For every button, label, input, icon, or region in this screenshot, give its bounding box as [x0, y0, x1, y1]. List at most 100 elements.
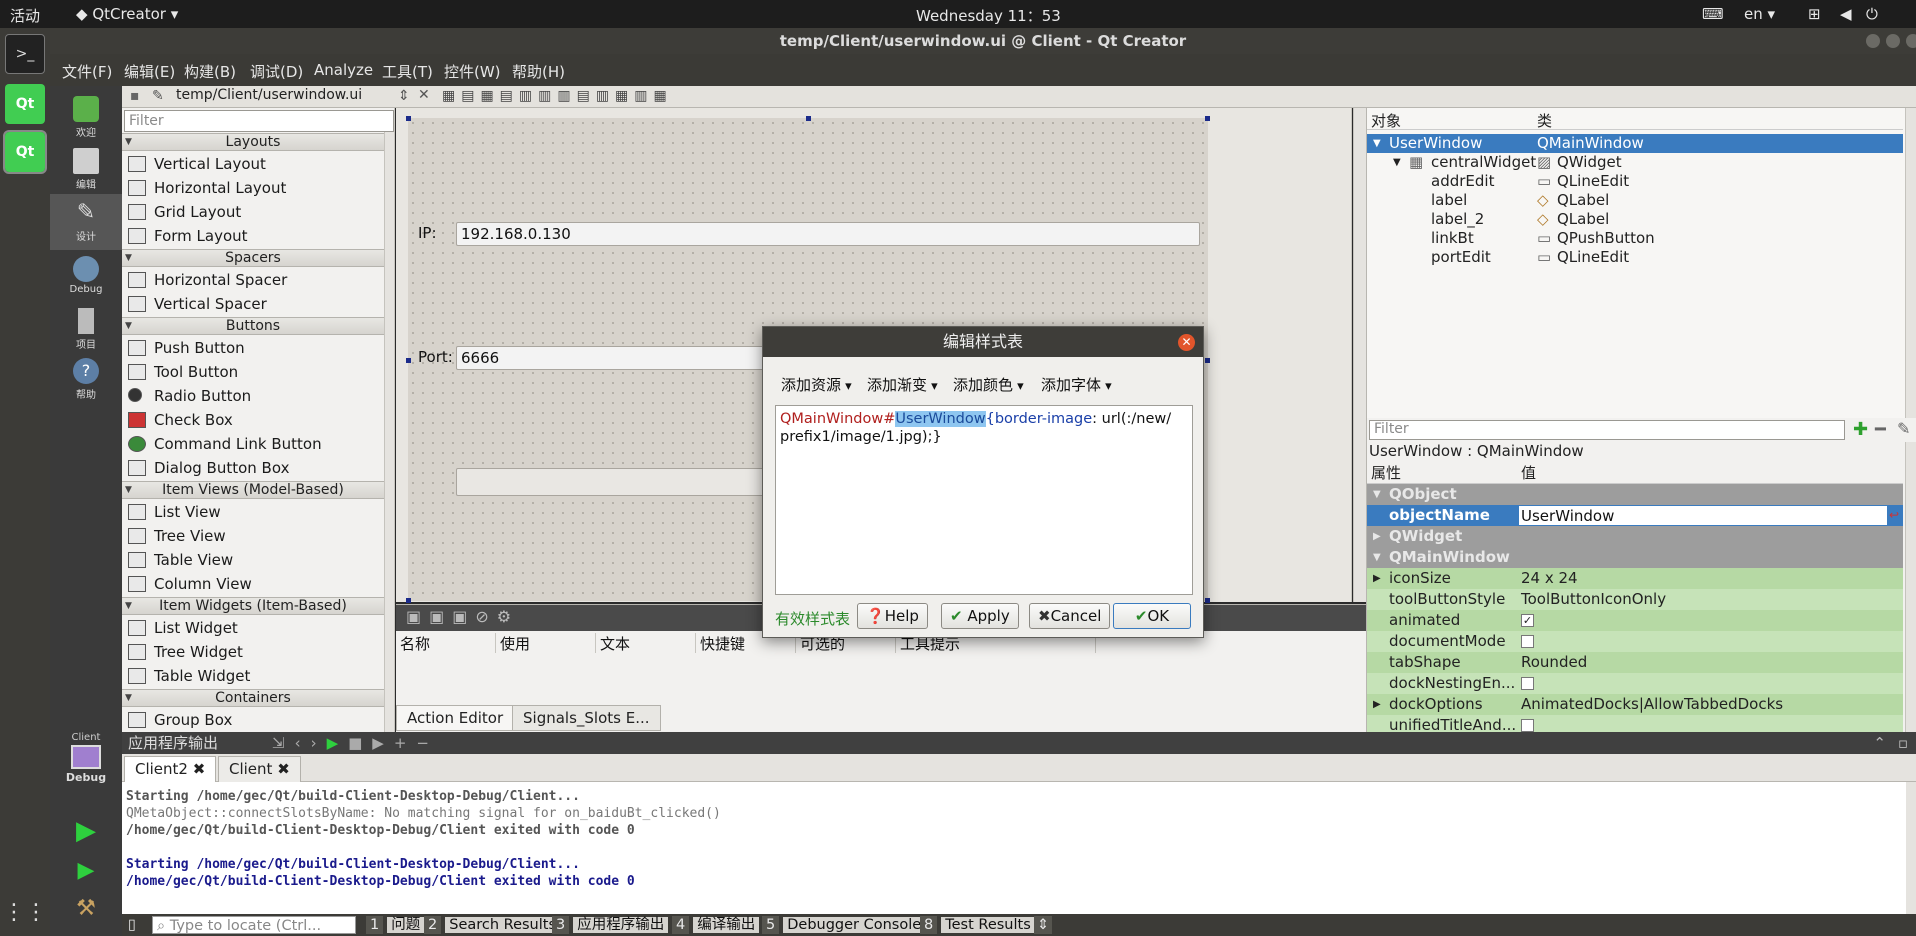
volume-icon[interactable]: ◀: [1840, 5, 1852, 23]
selection-handle[interactable]: [406, 116, 411, 121]
widget-list-view[interactable]: List View: [126, 500, 221, 524]
widget-box-scrollbar[interactable]: [384, 132, 394, 732]
pane-test-results[interactable]: 8 Test Results: [920, 916, 1035, 934]
object-row-portedit[interactable]: portEdit ▭ QLineEdit: [1367, 248, 1903, 267]
add-font-menu[interactable]: 添加字体: [1041, 374, 1112, 395]
pane-compile-output[interactable]: 4 编译输出: [672, 916, 760, 934]
menu-analyze[interactable]: Analyze: [314, 61, 373, 79]
widget-grid-layout[interactable]: Grid Layout: [126, 200, 241, 224]
keyboard-icon[interactable]: ⌨: [1702, 5, 1724, 23]
run-button[interactable]: ▶: [50, 816, 122, 856]
stylesheet-text-edit[interactable]: QMainWindow#UserWindow{border-image: url…: [775, 405, 1193, 595]
build-hammer-icon[interactable]: ⚒: [50, 896, 122, 936]
form-editor-tools[interactable]: ▦▤▦▤▥▥▥▤▥▦▥▦: [442, 88, 673, 104]
menu-help[interactable]: 帮助(H): [512, 61, 565, 82]
close-document-icon[interactable]: ✕: [418, 87, 430, 103]
prop-iconsize[interactable]: ▶ iconSize 24 x 24: [1367, 568, 1903, 589]
output-tab-client[interactable]: Client ✖: [218, 756, 301, 782]
object-row-userwindow[interactable]: ▼ UserWindow QMainWindow: [1367, 134, 1903, 153]
add-property-icon[interactable]: ✚: [1853, 419, 1868, 440]
debug-run-button[interactable]: ▶: [50, 858, 122, 898]
selection-handle[interactable]: [1205, 358, 1210, 363]
mode-debug[interactable]: Debug: [50, 250, 122, 306]
output-scrollbar[interactable]: [1906, 782, 1916, 914]
object-row-linkbt[interactable]: linkBt ▭ QPushButton: [1367, 229, 1903, 248]
more-panes-icon[interactable]: ⇕: [1034, 916, 1053, 934]
widget-radio-button[interactable]: Radio Button: [126, 384, 251, 408]
widget-list-widget[interactable]: List Widget: [126, 616, 238, 640]
widget-group-box[interactable]: Group Box: [126, 708, 232, 732]
close-window-button[interactable]: [1906, 34, 1916, 48]
mode-help[interactable]: ? 帮助: [50, 352, 122, 408]
apply-button[interactable]: ✔ Apply: [941, 603, 1019, 629]
group-qobject[interactable]: ▼ QObject: [1367, 484, 1903, 505]
widget-tree-view[interactable]: Tree View: [126, 524, 226, 548]
mode-welcome[interactable]: 欢迎: [50, 90, 122, 146]
object-inspector-scrollbar[interactable]: [1905, 108, 1916, 418]
mode-projects[interactable]: 项目: [50, 302, 122, 358]
locator-input[interactable]: ⌕ Type to locate (Ctrl...: [152, 916, 356, 934]
pane-issues[interactable]: 1 问题: [366, 916, 425, 934]
prop-documentmode[interactable]: documentMode: [1367, 631, 1903, 652]
add-resource-menu[interactable]: 添加资源: [781, 374, 852, 395]
widget-filter-input[interactable]: Filter: [124, 110, 394, 132]
pane-search-results[interactable]: 2 Search Results: [424, 916, 561, 934]
selection-handle[interactable]: [1205, 598, 1210, 603]
close-pane-icon[interactable]: ▫: [1898, 732, 1908, 754]
property-filter-input[interactable]: Filter: [1369, 420, 1845, 440]
tab-signals-slots[interactable]: Signals_Slots E...: [512, 705, 661, 731]
action-tools-icons[interactable]: ▣▣▣⊘⚙: [406, 607, 519, 626]
widget-tool-button[interactable]: Tool Button: [126, 360, 238, 384]
menu-tools[interactable]: 工具(T): [382, 61, 433, 82]
unifiedtitle-checkbox[interactable]: [1521, 719, 1534, 732]
close-tab-icon[interactable]: ✖: [277, 760, 290, 778]
show-apps-icon[interactable]: ⋮⋮: [3, 892, 47, 932]
selection-handle[interactable]: [1205, 116, 1210, 121]
docknesting-checkbox[interactable]: [1521, 677, 1534, 690]
output-tab-client2[interactable]: Client2 ✖: [124, 756, 217, 782]
mode-edit[interactable]: 编辑: [50, 142, 122, 198]
prop-objectname[interactable]: objectName UserWindow ↩: [1367, 505, 1903, 526]
pane-debugger-console[interactable]: 5 Debugger Console: [762, 916, 926, 934]
category-layouts[interactable]: Layouts: [122, 133, 384, 151]
clock[interactable]: Wednesday 11：53: [916, 5, 1061, 26]
output-toolbar-icons[interactable]: ⇲‹›▶■▶+−: [272, 732, 439, 754]
category-containers[interactable]: Containers: [122, 689, 384, 707]
widget-command-link-button[interactable]: Command Link Button: [126, 432, 322, 456]
menu-edit[interactable]: 编辑(E): [124, 61, 175, 82]
widget-vertical-spacer[interactable]: Vertical Spacer: [126, 292, 267, 316]
documentmode-checkbox[interactable]: [1521, 635, 1534, 648]
widget-table-widget[interactable]: Table Widget: [126, 664, 250, 688]
mode-design[interactable]: ✎ 设计: [50, 194, 122, 250]
minimize-button[interactable]: [1866, 34, 1880, 48]
widget-column-view[interactable]: Column View: [126, 572, 252, 596]
object-row-centralwidget[interactable]: ▼ ▦ centralWidget ▨ QWidget: [1367, 153, 1903, 172]
pane-app-output[interactable]: 3 应用程序输出: [552, 916, 669, 934]
widget-vertical-layout[interactable]: Vertical Layout: [126, 152, 266, 176]
widget-push-button[interactable]: Push Button: [126, 336, 245, 360]
widget-table-view[interactable]: Table View: [126, 548, 233, 572]
prop-tabshape[interactable]: tabShape Rounded: [1367, 652, 1903, 673]
selection-handle[interactable]: [406, 358, 411, 363]
widget-horizontal-layout[interactable]: Horizontal Layout: [126, 176, 286, 200]
object-row-addredit[interactable]: addrEdit ▭ QLineEdit: [1367, 172, 1903, 191]
selection-handle[interactable]: [406, 598, 411, 603]
close-tab-icon[interactable]: ✖: [193, 760, 206, 778]
help-button[interactable]: ❓Help: [857, 603, 928, 629]
maximize-pane-icon[interactable]: ⌃: [1873, 732, 1886, 754]
property-editor-scrollbar[interactable]: [1905, 442, 1916, 732]
add-color-menu[interactable]: 添加颜色: [953, 374, 1024, 395]
kit-selector[interactable]: Client Debug: [50, 732, 122, 802]
category-spacers[interactable]: Spacers: [122, 249, 384, 267]
widget-tree-widget[interactable]: Tree Widget: [126, 640, 243, 664]
maximize-button[interactable]: [1886, 34, 1900, 48]
qt-creator-active-icon[interactable]: Qt: [3, 130, 47, 174]
qt-creator-icon[interactable]: Qt: [5, 84, 45, 124]
link-button[interactable]: [456, 468, 766, 496]
add-gradient-menu[interactable]: 添加渐变: [867, 374, 938, 395]
port-edit[interactable]: 6666: [456, 346, 766, 370]
wrench-icon[interactable]: ✎: [1897, 419, 1910, 438]
terminal-icon[interactable]: >_: [5, 34, 45, 74]
menu-controls[interactable]: 控件(W): [444, 61, 501, 82]
group-qwidget[interactable]: ▶ QWidget: [1367, 526, 1903, 547]
